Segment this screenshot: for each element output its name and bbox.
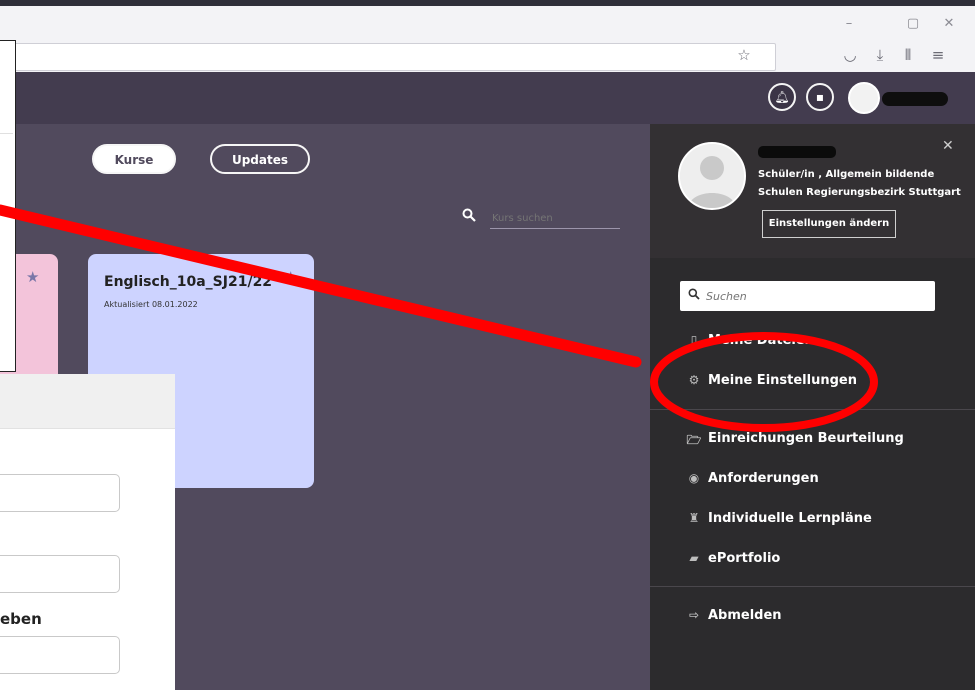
panel-search	[680, 281, 935, 311]
browser-toolbar: ☆ ◡ ⤓ ⫴ ≡	[0, 40, 975, 73]
minimize-icon[interactable]: –	[834, 16, 864, 31]
close-icon[interactable]: ✕	[942, 138, 954, 154]
course-search-input[interactable]	[490, 208, 620, 229]
folder-icon: 🗁︎	[686, 433, 702, 447]
form-input-1[interactable]	[0, 474, 120, 512]
form-input-2[interactable]	[0, 555, 120, 593]
course-title: Englisch_10a_SJ21/22	[104, 274, 273, 290]
book-icon: ▰	[689, 551, 699, 565]
bell-icon[interactable]: 🔔︎	[768, 83, 796, 111]
close-window-icon[interactable]: ✕	[934, 16, 964, 31]
search-icon[interactable]	[462, 208, 476, 226]
download-icon[interactable]: ⤓	[868, 46, 892, 64]
chat-icon[interactable]: ▪	[806, 83, 834, 111]
courses-button[interactable]: Kurse	[92, 144, 176, 174]
person-icon: ♜	[688, 511, 700, 525]
nav-label: ePortfolio	[708, 551, 781, 566]
form-window-header	[0, 374, 175, 429]
nav-divider	[650, 586, 975, 587]
change-settings-button[interactable]: Einstellungen ändern	[762, 210, 896, 238]
panel-search-input[interactable]	[704, 287, 928, 305]
form-input-3[interactable]	[0, 636, 120, 674]
logout-icon: ⇨	[688, 608, 700, 622]
gear-icon: ⚙	[688, 373, 700, 387]
updates-button[interactable]: Updates	[210, 144, 310, 174]
nav-label: Einreichungen Beurteilung	[708, 431, 904, 446]
course-search	[462, 208, 620, 229]
nav-label: Abmelden	[708, 608, 782, 623]
pocket-icon[interactable]: ◡	[838, 46, 862, 64]
bookmark-star-icon[interactable]: ☆	[732, 46, 756, 64]
user-side-panel: ✕ Schüler/in , Allgemein bildende Schule…	[650, 124, 975, 690]
redacted-username[interactable]	[882, 92, 948, 106]
star-icon[interactable]: ★	[284, 268, 297, 286]
nav-label: Anforderungen	[708, 471, 819, 486]
menu-icon[interactable]: ≡	[926, 46, 950, 64]
nav-label: Meine Einstellungen	[708, 373, 857, 388]
form-window: eben	[0, 374, 175, 690]
restore-icon[interactable]: ▢	[898, 16, 928, 31]
redacted-profile-name	[758, 146, 836, 158]
background-window	[0, 40, 16, 372]
window-divider	[0, 133, 13, 134]
avatar[interactable]	[848, 82, 880, 114]
browser-titlebar: – ▢ ✕	[0, 6, 975, 41]
nav-divider	[650, 409, 975, 410]
star-icon[interactable]: ★	[26, 268, 39, 286]
url-bar[interactable]	[14, 43, 776, 71]
library-icon[interactable]: ⫴	[896, 46, 920, 64]
course-updated-date: Aktualisiert 08.01.2022	[104, 300, 198, 309]
profile-section: ✕ Schüler/in , Allgemein bildende Schule…	[650, 124, 975, 258]
target-icon: ◉	[688, 471, 700, 485]
profile-avatar	[678, 142, 746, 210]
app-header: 🔔︎ ▪	[0, 72, 975, 124]
search-icon	[688, 288, 700, 303]
file-icon: ▯	[690, 333, 698, 347]
nav-label: Meine Dateien	[708, 333, 814, 348]
form-field-label: eben	[0, 610, 42, 628]
nav-label: Individuelle Lernpläne	[708, 511, 872, 526]
profile-role: Schüler/in , Allgemein bildende Schulen …	[758, 169, 961, 198]
